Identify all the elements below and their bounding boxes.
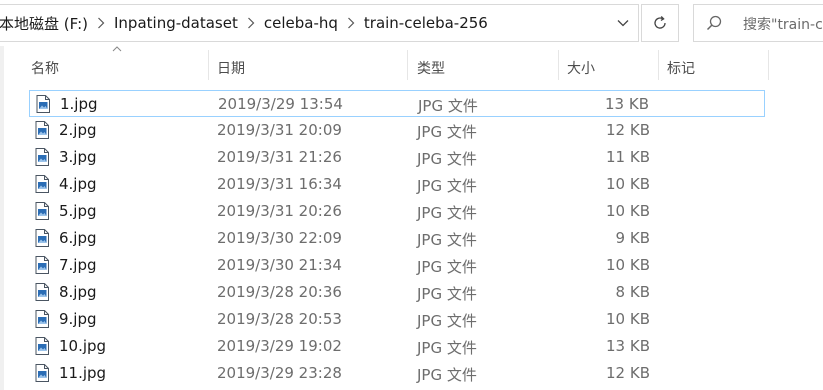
file-date: 2019/3/29 13:54 — [218, 95, 343, 113]
chevron-right-icon[interactable] — [238, 17, 264, 29]
file-type: JPG 文件 — [417, 285, 477, 303]
file-row[interactable]: 2.jpg 2019/3/31 20:09 JPG 文件 12 KB — [29, 117, 765, 144]
column-header: 名称 日期 类型 大小 标记 — [0, 46, 823, 86]
file-name: 7.jpg — [59, 256, 97, 274]
breadcrumb-inpating-dataset[interactable]: Inpating-dataset — [114, 14, 238, 32]
breadcrumb: 本地磁盘 (F:) Inpating-dataset celeba-hq tra… — [0, 5, 488, 41]
address-row: 本地磁盘 (F:) Inpating-dataset celeba-hq tra… — [0, 0, 823, 46]
file-row[interactable]: 4.jpg 2019/3/31 16:34 JPG 文件 10 KB — [29, 171, 765, 198]
file-type: JPG 文件 — [417, 366, 477, 384]
file-type: JPG 文件 — [417, 150, 477, 168]
jpg-file-icon — [35, 148, 49, 166]
jpg-file-icon — [35, 283, 49, 301]
jpg-file-icon — [35, 364, 49, 382]
column-name-header[interactable]: 名称 — [31, 58, 59, 78]
refresh-icon — [654, 16, 666, 29]
file-size: 12 KB — [606, 364, 650, 382]
column-size-header[interactable]: 大小 — [567, 58, 595, 78]
address-history-dropdown[interactable] — [608, 5, 638, 41]
column-divider[interactable] — [658, 50, 659, 80]
jpg-file-icon — [35, 229, 49, 247]
file-type: JPG 文件 — [417, 177, 477, 195]
search-icon — [706, 15, 722, 31]
file-size: 12 KB — [606, 121, 650, 139]
file-size: 13 KB — [606, 337, 650, 355]
column-divider[interactable] — [208, 50, 209, 80]
file-type: JPG 文件 — [417, 258, 477, 276]
breadcrumb-train-celeba-256[interactable]: train-celeba-256 — [364, 14, 488, 32]
file-row[interactable]: 1.jpg 2019/3/29 13:54 JPG 文件 13 KB — [29, 90, 765, 117]
file-size: 10 KB — [606, 175, 650, 193]
file-date: 2019/3/31 20:09 — [217, 121, 342, 139]
column-type-header[interactable]: 类型 — [417, 58, 445, 78]
column-tags-header[interactable]: 标记 — [667, 58, 695, 78]
file-name: 9.jpg — [59, 310, 97, 328]
file-date: 2019/3/29 23:28 — [217, 364, 342, 382]
file-row[interactable]: 6.jpg 2019/3/30 22:09 JPG 文件 9 KB — [29, 225, 765, 252]
file-type: JPG 文件 — [417, 231, 477, 249]
navigation-pane-edge — [0, 46, 4, 390]
chevron-down-icon — [617, 20, 629, 27]
file-row[interactable]: 5.jpg 2019/3/31 20:26 JPG 文件 10 KB — [29, 198, 765, 225]
file-row[interactable]: 7.jpg 2019/3/30 21:34 JPG 文件 10 KB — [29, 252, 765, 279]
jpg-file-icon — [35, 310, 49, 328]
file-date: 2019/3/31 20:26 — [217, 202, 342, 220]
file-size: 11 KB — [606, 148, 650, 166]
file-row[interactable]: 3.jpg 2019/3/31 21:26 JPG 文件 11 KB — [29, 144, 765, 171]
file-name: 11.jpg — [59, 364, 107, 382]
column-divider[interactable] — [558, 50, 559, 80]
file-size: 9 KB — [615, 229, 650, 247]
file-size: 13 KB — [605, 95, 649, 113]
file-type: JPG 文件 — [417, 204, 477, 222]
jpg-file-icon — [35, 202, 49, 220]
file-size: 10 KB — [606, 202, 650, 220]
file-name: 4.jpg — [59, 175, 97, 193]
breadcrumb-drive[interactable]: 本地磁盘 (F:) — [0, 13, 88, 34]
breadcrumb-celeba-hq[interactable]: celeba-hq — [264, 14, 338, 32]
file-date: 2019/3/30 21:34 — [217, 256, 342, 274]
file-date: 2019/3/31 16:34 — [217, 175, 342, 193]
file-name: 2.jpg — [59, 121, 97, 139]
file-row[interactable]: 10.jpg 2019/3/29 19:02 JPG 文件 13 KB — [29, 333, 765, 360]
file-name: 10.jpg — [59, 337, 107, 355]
refresh-button[interactable] — [641, 4, 679, 42]
chevron-right-icon[interactable] — [88, 17, 114, 29]
file-type: JPG 文件 — [417, 312, 477, 330]
jpg-file-icon — [35, 175, 49, 193]
file-date: 2019/3/30 22:09 — [217, 229, 342, 247]
file-name: 6.jpg — [59, 229, 97, 247]
file-size: 10 KB — [606, 310, 650, 328]
file-name: 3.jpg — [59, 148, 97, 166]
address-bar[interactable]: 本地磁盘 (F:) Inpating-dataset celeba-hq tra… — [0, 4, 639, 42]
file-date: 2019/3/28 20:36 — [217, 283, 342, 301]
search-placeholder: 搜索"train-celeba-256" — [743, 17, 823, 33]
jpg-file-icon — [35, 256, 49, 274]
file-row[interactable]: 9.jpg 2019/3/28 20:53 JPG 文件 10 KB — [29, 306, 765, 333]
jpg-file-icon — [35, 337, 49, 355]
file-size: 8 KB — [615, 283, 650, 301]
jpg-file-icon — [35, 121, 49, 139]
chevron-right-icon[interactable] — [338, 17, 364, 29]
file-size: 10 KB — [606, 256, 650, 274]
file-type: JPG 文件 — [418, 97, 478, 115]
column-date-header[interactable]: 日期 — [217, 58, 245, 78]
file-date: 2019/3/31 21:26 — [217, 148, 342, 166]
file-name: 8.jpg — [59, 283, 97, 301]
file-name: 5.jpg — [59, 202, 97, 220]
jpg-file-icon — [36, 95, 50, 113]
file-date: 2019/3/29 19:02 — [217, 337, 342, 355]
file-name: 1.jpg — [60, 95, 98, 113]
file-date: 2019/3/28 20:53 — [217, 310, 342, 328]
search-input[interactable]: 搜索"train-celeba-256" — [693, 4, 823, 42]
file-row[interactable]: 8.jpg 2019/3/28 20:36 JPG 文件 8 KB — [29, 279, 765, 306]
file-row[interactable]: 11.jpg 2019/3/29 23:28 JPG 文件 12 KB — [29, 360, 765, 387]
file-type: JPG 文件 — [417, 123, 477, 141]
column-divider[interactable] — [768, 50, 769, 80]
file-type: JPG 文件 — [417, 339, 477, 357]
column-divider[interactable] — [407, 50, 408, 80]
sort-ascending-icon — [112, 46, 122, 52]
